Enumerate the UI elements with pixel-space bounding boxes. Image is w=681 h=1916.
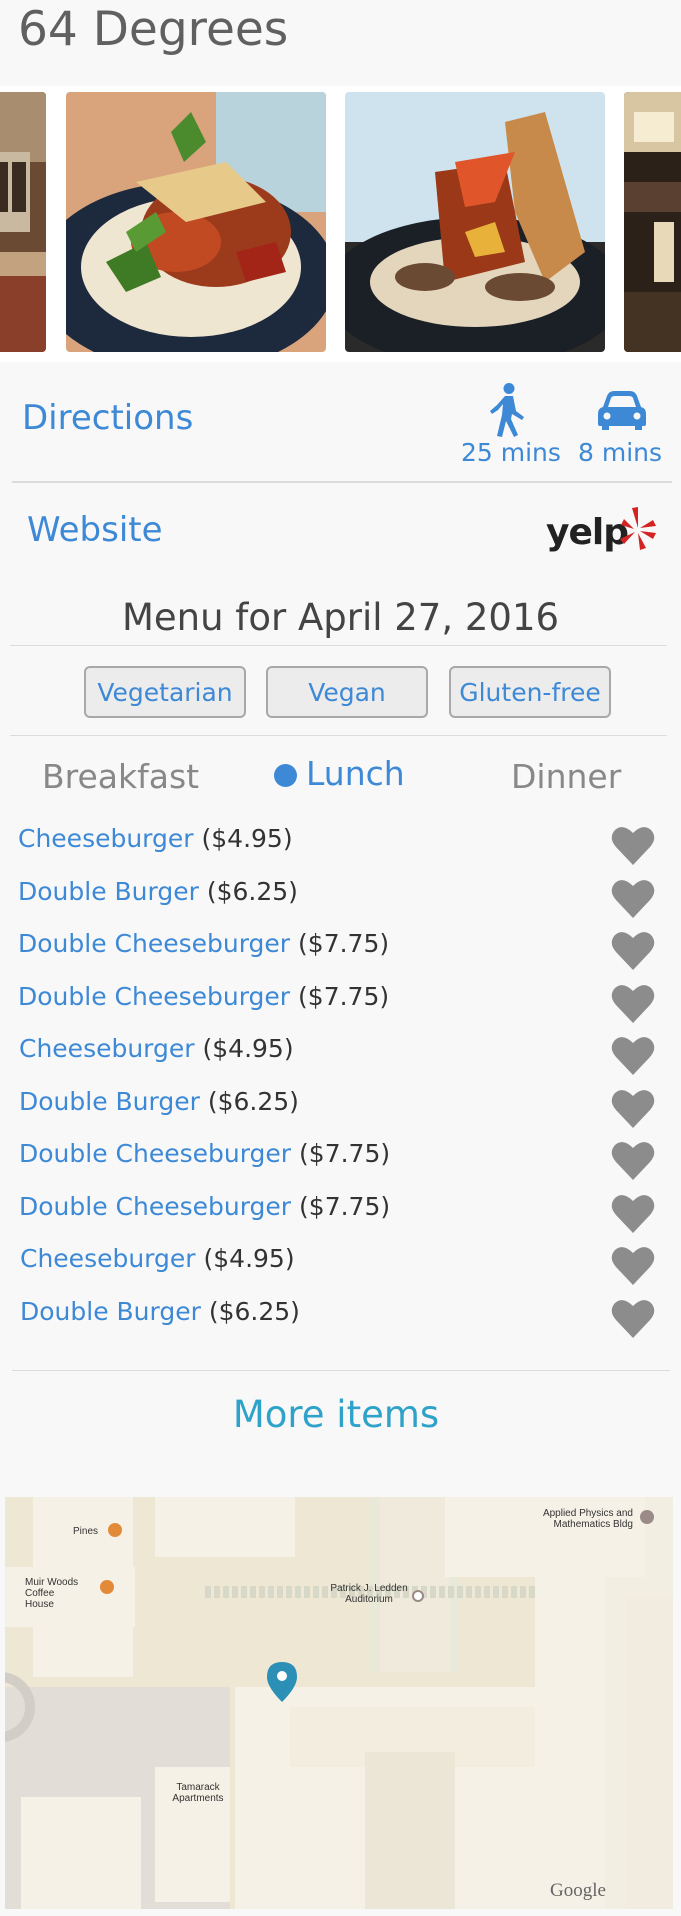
auditorium-marker-icon <box>412 1590 424 1602</box>
menu-item-price: ($4.95) <box>202 1034 294 1063</box>
menu-item-price: ($6.25) <box>207 1086 299 1116</box>
list-item: Double Burger ($6.25) <box>0 1285 681 1338</box>
directions-link[interactable]: Directions <box>22 398 193 438</box>
heart-icon[interactable] <box>611 878 655 918</box>
menu-item-name[interactable]: Double Burger <box>18 877 199 906</box>
menu-item-name[interactable]: Double Cheeseburger <box>18 929 290 958</box>
yelp-logo[interactable]: yelp <box>546 504 658 556</box>
cafe-marker-icon <box>100 1580 114 1594</box>
list-item: Cheeseburger ($4.95) <box>0 1232 681 1285</box>
map-label-applied-physics: Applied Physics and Mathematics Bldg <box>542 1508 633 1530</box>
heart-icon[interactable] <box>611 983 655 1023</box>
divider <box>10 645 667 646</box>
interior-photo-right[interactable] <box>624 92 681 352</box>
restaurant-marker-icon <box>108 1523 122 1537</box>
divider <box>12 1370 670 1371</box>
map-label-ledden: Patrick J. Ledden Auditorium <box>330 1583 408 1605</box>
filter-vegetarian-button[interactable]: Vegetarian <box>84 666 246 718</box>
car-icon[interactable] <box>598 390 646 430</box>
heart-icon[interactable] <box>611 1245 655 1285</box>
menu-item-list: Cheeseburger ($4.95) Double Burger ($6.2… <box>0 812 681 1338</box>
interior-photo-left[interactable] <box>0 92 46 352</box>
menu-item-name[interactable]: Cheeseburger <box>18 824 194 853</box>
yelp-burst-icon <box>620 507 656 550</box>
list-item: Cheeseburger ($4.95) <box>0 1022 681 1075</box>
list-item: Double Cheeseburger ($7.75) <box>0 1127 681 1180</box>
heart-icon[interactable] <box>611 1193 655 1233</box>
more-items-link[interactable]: More items <box>0 1393 672 1436</box>
walk-time: 25 mins <box>461 438 561 467</box>
list-item: Double Burger ($6.25) <box>0 865 681 918</box>
menu-item-price: ($6.25) <box>208 1296 300 1326</box>
location-pin-icon[interactable] <box>267 1662 297 1702</box>
food-photo-1[interactable] <box>66 92 326 352</box>
menu-item-price: ($4.95) <box>201 824 293 853</box>
map-label-pines: Pines <box>73 1526 99 1537</box>
filter-gluten-free-button[interactable]: Gluten-free <box>449 666 611 718</box>
google-attribution: Google <box>550 1880 606 1901</box>
menu-heading: Menu for April 27, 2016 <box>121 596 560 639</box>
divider <box>12 481 672 483</box>
menu-item-name[interactable]: Cheeseburger <box>20 1244 196 1273</box>
list-item: Double Burger ($6.25) <box>0 1075 681 1128</box>
yelp-wordmark: yelp <box>546 512 629 553</box>
food-photo-2[interactable] <box>345 92 605 352</box>
tab-breakfast[interactable]: Breakfast <box>42 757 199 796</box>
map-label-tamarack: Tamarack Apartments <box>172 1782 224 1804</box>
drive-time: 8 mins <box>578 438 663 467</box>
heart-icon[interactable] <box>611 825 655 865</box>
heart-icon[interactable] <box>611 930 655 970</box>
list-item: Double Cheeseburger ($7.75) <box>0 1180 681 1233</box>
list-item: Cheeseburger ($4.95) <box>0 812 681 865</box>
menu-item-name[interactable]: Double Cheeseburger <box>19 1139 291 1168</box>
menu-item-name[interactable]: Cheeseburger <box>19 1034 195 1063</box>
website-link[interactable]: Website <box>27 510 163 550</box>
menu-item-name[interactable]: Double Burger <box>19 1087 200 1116</box>
selected-indicator <box>274 764 297 787</box>
campus-map[interactable]: Pines Muir Woods Coffee House Patrick J.… <box>5 1497 673 1909</box>
map-canvas <box>5 1497 673 1909</box>
menu-item-price: ($7.75) <box>298 981 390 1011</box>
menu-item-price: ($4.95) <box>203 1244 295 1273</box>
list-item: Double Cheeseburger ($7.75) <box>0 917 681 970</box>
menu-item-name[interactable]: Double Cheeseburger <box>18 982 290 1011</box>
menu-item-price: ($7.75) <box>299 1191 391 1221</box>
menu-item-price: ($7.75) <box>298 929 390 958</box>
tab-lunch[interactable]: Lunch <box>306 754 405 793</box>
tab-dinner[interactable]: Dinner <box>511 757 621 796</box>
menu-item-price: ($7.75) <box>299 1139 391 1168</box>
menu-item-name[interactable]: Double Burger <box>20 1297 201 1326</box>
heart-icon[interactable] <box>611 1035 655 1075</box>
heart-icon[interactable] <box>611 1140 655 1180</box>
menu-item-price: ($6.25) <box>206 876 298 906</box>
heart-icon[interactable] <box>611 1298 655 1338</box>
divider <box>10 735 667 736</box>
school-marker-icon <box>640 1510 654 1524</box>
map-label-muir-woods: Muir Woods Coffee House <box>25 1577 79 1610</box>
list-item: Double Cheeseburger ($7.75) <box>0 970 681 1023</box>
filter-vegan-button[interactable]: Vegan <box>266 666 428 718</box>
walk-icon[interactable] <box>487 383 527 437</box>
menu-item-name[interactable]: Double Cheeseburger <box>19 1192 291 1221</box>
restaurant-title: 64 Degrees <box>18 2 289 57</box>
photo-carousel[interactable] <box>0 86 681 362</box>
heart-icon[interactable] <box>611 1088 655 1128</box>
